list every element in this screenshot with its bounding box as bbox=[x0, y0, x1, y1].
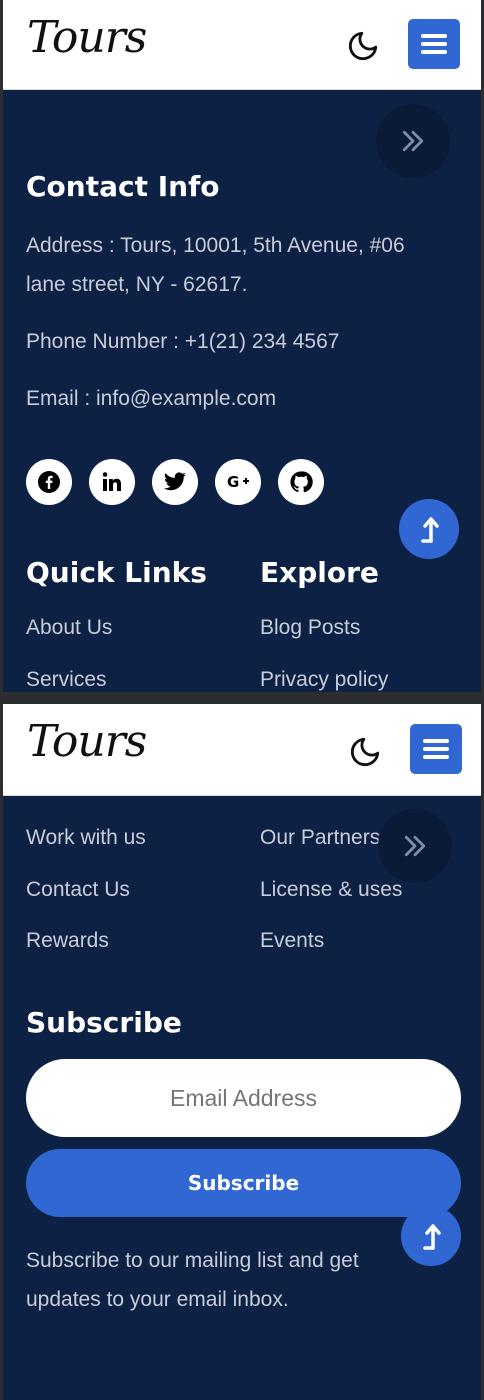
link-rewards[interactable]: Rewards bbox=[26, 929, 109, 953]
link-contact-us[interactable]: Contact Us bbox=[26, 878, 130, 902]
hamburger-menu-button[interactable] bbox=[410, 724, 462, 774]
moon-icon[interactable] bbox=[348, 735, 382, 769]
contact-address: Address : Tours, 10001, 5th Avenue, #06 … bbox=[26, 234, 405, 296]
brand-logo[interactable]: Tours bbox=[27, 12, 147, 63]
link-privacy-policy[interactable]: Privacy policy bbox=[260, 668, 388, 692]
facebook-icon bbox=[38, 471, 60, 493]
link-blog-posts[interactable]: Blog Posts bbox=[260, 616, 360, 640]
linkedin-button[interactable] bbox=[89, 459, 135, 505]
email-address-input[interactable] bbox=[26, 1059, 461, 1137]
explore-heading: Explore bbox=[260, 556, 379, 589]
scroll-double-chevron-button[interactable] bbox=[378, 809, 452, 883]
hamburger-menu-button[interactable] bbox=[408, 19, 460, 69]
navbar: Tours bbox=[3, 0, 481, 90]
svg-text:G: G bbox=[227, 473, 239, 491]
subscribe-heading: Subscribe bbox=[26, 1006, 182, 1039]
double-chevron-right-icon bbox=[402, 130, 424, 152]
brand-logo[interactable]: Tours bbox=[27, 716, 147, 767]
twitter-button[interactable] bbox=[152, 459, 198, 505]
double-chevron-right-icon bbox=[404, 835, 426, 857]
screenshot-frame-1: Tours Contact Info Address : Tours, 1000… bbox=[3, 0, 481, 692]
link-about-us[interactable]: About Us bbox=[26, 616, 112, 640]
navbar: Tours bbox=[3, 704, 481, 796]
link-work-with-us[interactable]: Work with us bbox=[26, 826, 146, 850]
google-plus-icon: G bbox=[227, 473, 249, 491]
scroll-double-chevron-button[interactable] bbox=[376, 104, 450, 178]
link-license-uses[interactable]: License & uses bbox=[260, 878, 402, 902]
google-plus-button[interactable]: G bbox=[215, 459, 261, 505]
facebook-button[interactable] bbox=[26, 459, 72, 505]
twitter-icon bbox=[164, 472, 186, 491]
moon-icon[interactable] bbox=[346, 29, 380, 63]
contact-info-heading: Contact Info bbox=[26, 170, 220, 203]
link-events[interactable]: Events bbox=[260, 929, 324, 953]
subscribe-button[interactable]: Subscribe bbox=[26, 1149, 461, 1217]
github-button[interactable] bbox=[278, 459, 324, 505]
github-icon bbox=[290, 471, 313, 493]
link-our-partners[interactable]: Our Partners bbox=[260, 826, 380, 850]
quick-links-heading: Quick Links bbox=[26, 556, 207, 589]
back-to-top-button[interactable] bbox=[399, 499, 459, 559]
contact-email: Email : info@example.com bbox=[26, 387, 277, 410]
subscribe-note: Subscribe to our mailing list and get up… bbox=[26, 1249, 359, 1311]
link-services[interactable]: Services bbox=[26, 668, 107, 692]
arrow-up-icon bbox=[421, 517, 439, 543]
linkedin-icon bbox=[102, 472, 121, 491]
contact-phone: Phone Number : +1(21) 234 4567 bbox=[26, 330, 340, 353]
screenshot-frame-2: Services Privacy policy Tours Work with … bbox=[3, 704, 481, 1400]
